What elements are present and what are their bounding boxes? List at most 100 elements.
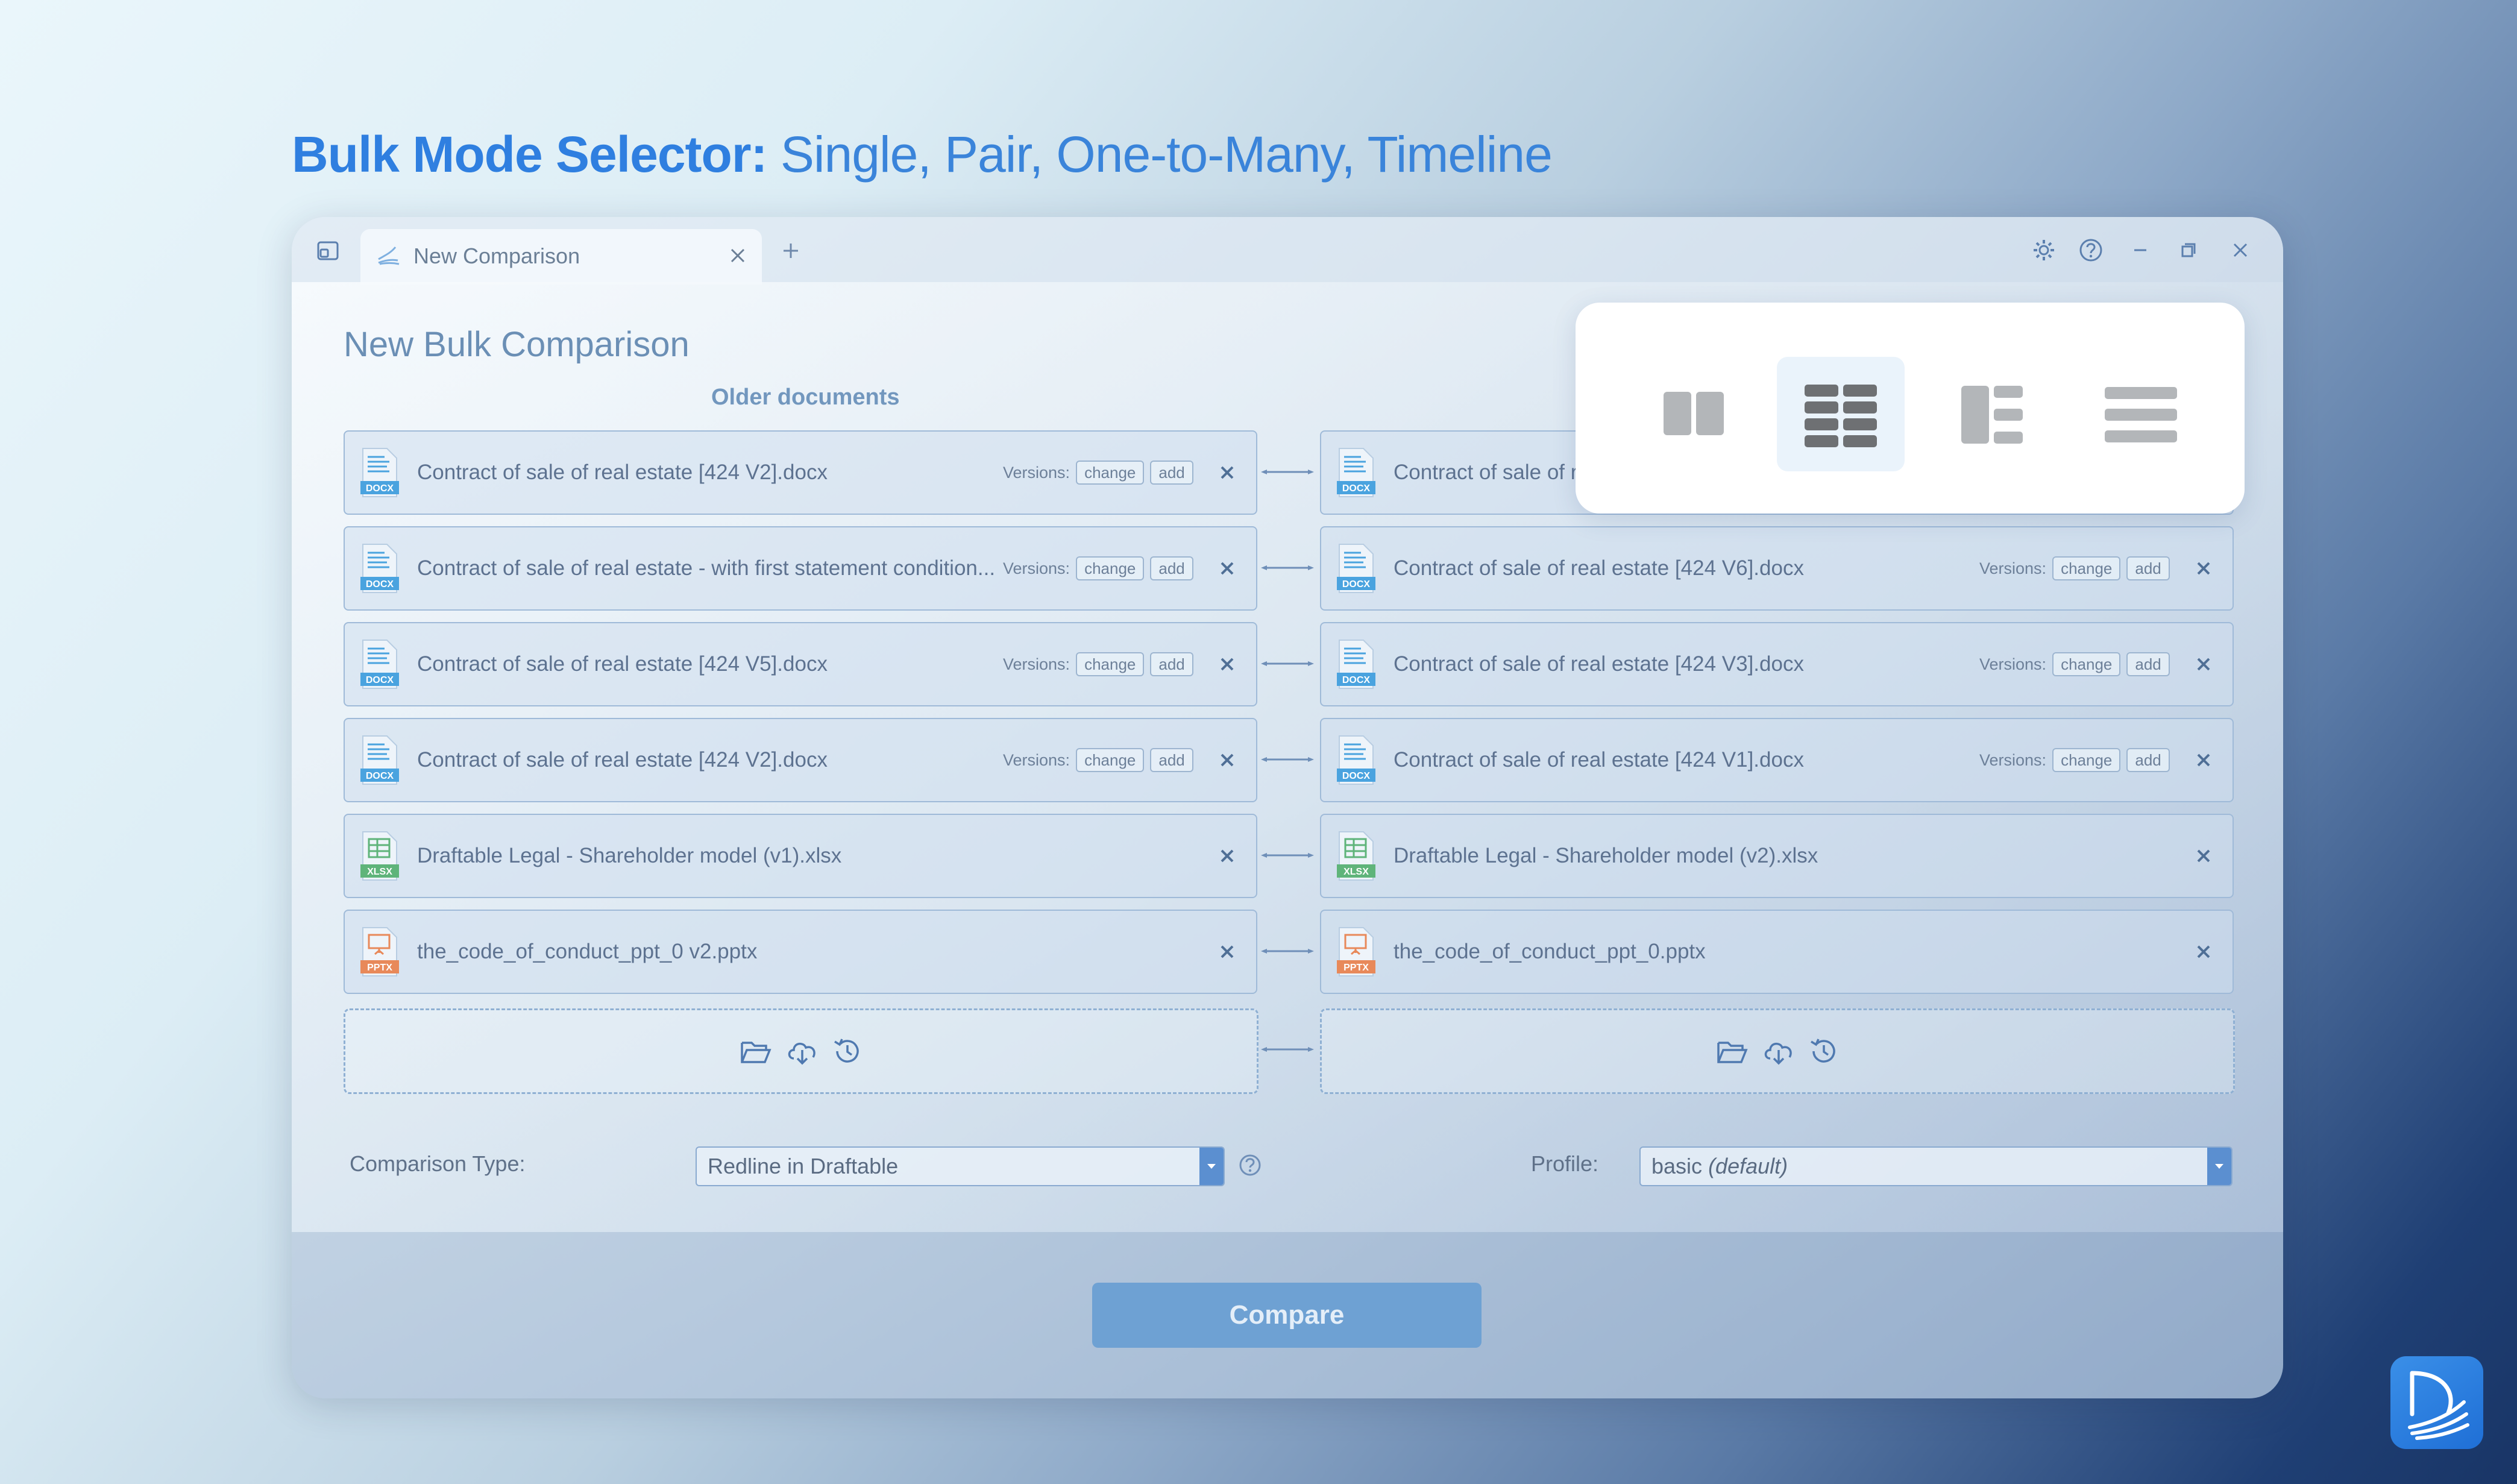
drop-zone-right[interactable] — [1320, 1008, 2235, 1094]
change-version-button[interactable]: change — [1076, 748, 1145, 772]
docx-file-icon: DOCX — [1337, 640, 1375, 689]
remove-file-icon[interactable] — [2189, 746, 2218, 775]
mode-timeline-button[interactable] — [2078, 357, 2206, 471]
history-icon[interactable] — [1809, 1037, 1839, 1066]
file-name: Draftable Legal - Shareholder model (v1)… — [417, 844, 842, 867]
mode-pair-button[interactable] — [1777, 357, 1905, 471]
file-card-right[interactable]: DOCX Contract of sale of real estate [42… — [1320, 718, 2234, 802]
file-name: the_code_of_conduct_ppt_0 v2.pptx — [417, 940, 758, 963]
cloud-download-icon[interactable] — [1762, 1037, 1796, 1066]
remove-file-icon[interactable] — [1213, 650, 1242, 679]
add-version-button[interactable]: add — [1150, 556, 1193, 580]
profile-label: Profile: — [1531, 1151, 1599, 1176]
pair-connector — [1261, 757, 1314, 762]
xlsx-file-icon: XLSX — [360, 831, 399, 881]
drop-zone-left[interactable] — [344, 1008, 1258, 1094]
docx-file-icon: DOCX — [1337, 544, 1375, 593]
docx-file-icon: DOCX — [360, 735, 399, 785]
page-title: New Bulk Comparison — [344, 325, 690, 364]
cloud-download-icon[interactable] — [785, 1037, 819, 1066]
tab-bar: New Comparison — [292, 217, 2283, 285]
close-window-icon[interactable] — [2226, 236, 2254, 264]
versions-group: Versions: change add — [1003, 556, 1193, 580]
chevron-down-icon — [1199, 1148, 1224, 1185]
minimize-icon[interactable] — [2126, 236, 2154, 264]
plus-icon[interactable] — [778, 237, 804, 264]
folder-open-icon[interactable] — [740, 1037, 772, 1066]
draftable-logo-icon — [2408, 1371, 2469, 1440]
versions-group: Versions: change add — [1003, 748, 1193, 772]
change-version-button[interactable]: change — [1076, 652, 1145, 676]
comparison-type-value: Redline in Draftable — [708, 1154, 899, 1178]
file-name: Contract of sale of real estate [424 V5]… — [417, 652, 828, 676]
add-version-button[interactable]: add — [1150, 461, 1193, 485]
svg-text:PPTX: PPTX — [367, 963, 392, 973]
folder-open-icon[interactable] — [1716, 1037, 1749, 1066]
restore-icon[interactable] — [2175, 236, 2202, 264]
svg-text:DOCX: DOCX — [366, 483, 394, 494]
file-card-right[interactable]: PPTX the_code_of_conduct_ppt_0.pptx — [1320, 910, 2234, 994]
file-card-left[interactable]: XLSX Draftable Legal - Shareholder model… — [344, 814, 1257, 898]
change-version-button[interactable]: change — [2052, 748, 2121, 772]
older-documents-label: Older documents — [711, 385, 900, 410]
file-card-left[interactable]: DOCX Contract of sale of real estate [42… — [344, 430, 1257, 515]
docx-file-icon: DOCX — [1337, 735, 1375, 785]
pair-connector — [1261, 565, 1314, 570]
remove-file-icon[interactable] — [1213, 841, 1242, 870]
close-icon[interactable] — [728, 246, 747, 268]
remove-file-icon[interactable] — [2189, 841, 2218, 870]
change-version-button[interactable]: change — [1076, 556, 1145, 580]
compare-button[interactable]: Compare — [1092, 1283, 1482, 1348]
remove-file-icon[interactable] — [2189, 937, 2218, 966]
remove-file-icon[interactable] — [1213, 554, 1242, 583]
remove-file-icon[interactable] — [1213, 746, 1242, 775]
versions-group: Versions: change add — [1979, 556, 2170, 580]
file-card-right[interactable]: DOCX Contract of sale of real estate [42… — [1320, 622, 2234, 706]
file-name: Contract of sale of real estate [424 V3]… — [1394, 652, 1804, 676]
pair-connector — [1261, 470, 1314, 474]
headline: Bulk Mode Selector: Single, Pair, One-to… — [292, 125, 1553, 184]
file-card-right[interactable]: XLSX Draftable Legal - Shareholder model… — [1320, 814, 2234, 898]
gear-icon[interactable] — [2030, 236, 2058, 264]
help-icon[interactable] — [2077, 236, 2105, 264]
file-card-left[interactable]: DOCX Contract of sale of real estate - w… — [344, 526, 1257, 611]
change-version-button[interactable]: change — [1076, 461, 1145, 485]
headline-rest: Single, Pair, One-to-Many, Timeline — [767, 126, 1553, 183]
add-version-button[interactable]: add — [2126, 652, 2170, 676]
profile-value: basic (default) — [1651, 1154, 1788, 1179]
file-name: Contract of sale of real estate [424 V1]… — [1394, 748, 1804, 772]
sidebar-toggle-icon[interactable] — [315, 237, 341, 264]
add-version-button[interactable]: add — [2126, 556, 2170, 580]
docx-file-icon: DOCX — [360, 544, 399, 593]
svg-text:XLSX: XLSX — [367, 867, 392, 877]
file-card-left[interactable]: DOCX Contract of sale of real estate [42… — [344, 622, 1257, 706]
remove-file-icon[interactable] — [1213, 458, 1242, 487]
draftable-tab-icon — [375, 242, 401, 272]
remove-file-icon[interactable] — [2189, 554, 2218, 583]
add-version-button[interactable]: add — [1150, 748, 1193, 772]
remove-file-icon[interactable] — [1213, 937, 1242, 966]
comparison-type-select[interactable]: Redline in Draftable — [696, 1146, 1225, 1186]
history-icon[interactable] — [832, 1037, 863, 1066]
add-version-button[interactable]: add — [1150, 652, 1193, 676]
change-version-button[interactable]: change — [2052, 556, 2121, 580]
tab-title: New Comparison — [413, 244, 580, 268]
file-card-left[interactable]: PPTX the_code_of_conduct_ppt_0 v2.pptx — [344, 910, 1257, 994]
pair-connector — [1261, 1047, 1314, 1052]
file-name: Contract of sale of real estate [424 V2]… — [417, 461, 828, 484]
mode-single-button[interactable] — [1630, 357, 1758, 471]
chevron-down-icon — [2207, 1148, 2231, 1185]
pair-connector — [1261, 661, 1314, 666]
file-card-right[interactable]: DOCX Contract of sale of real estate [42… — [1320, 526, 2234, 611]
versions-label: Versions: — [1979, 750, 2047, 769]
help-icon[interactable] — [1238, 1153, 1262, 1177]
pair-connector — [1261, 853, 1314, 858]
file-card-left[interactable]: DOCX Contract of sale of real estate [42… — [344, 718, 1257, 802]
mode-one-to-many-button[interactable] — [1928, 357, 2055, 471]
add-version-button[interactable]: add — [2126, 748, 2170, 772]
tab-new-comparison[interactable]: New Comparison — [360, 229, 762, 285]
svg-text:DOCX: DOCX — [1342, 675, 1371, 685]
profile-select[interactable]: basic (default) — [1639, 1146, 2233, 1186]
change-version-button[interactable]: change — [2052, 652, 2121, 676]
remove-file-icon[interactable] — [2189, 650, 2218, 679]
